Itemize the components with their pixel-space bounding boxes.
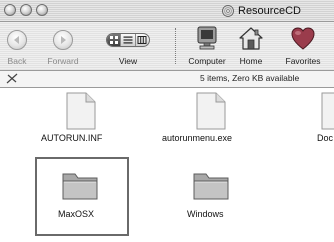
heart-icon — [291, 27, 315, 50]
file-name: Doc — [317, 133, 334, 143]
home-icon — [239, 27, 263, 50]
window-title: ResourceCD — [238, 4, 301, 17]
view-label: View — [118, 56, 138, 66]
list-view-button[interactable] — [121, 34, 136, 46]
forward-arrow-icon — [53, 30, 73, 50]
favorites-button[interactable]: Favorites — [281, 22, 325, 70]
forward-label: Forward — [47, 56, 79, 66]
computer-label: Computer — [188, 56, 226, 66]
document-icon — [66, 92, 96, 130]
finder-window: ResourceCD Back Forward View Computer Ho… — [0, 0, 334, 242]
document-icon — [321, 92, 334, 130]
icon-view-button[interactable] — [107, 34, 122, 46]
home-label: Home — [239, 56, 263, 66]
file-browser-content: AUTORUN.INF autorunmenu.exe Doc MaxOSX W… — [0, 88, 334, 242]
close-button[interactable] — [4, 4, 16, 16]
folder-icon — [62, 173, 98, 200]
folder-icon — [193, 173, 229, 200]
computer-icon — [197, 26, 217, 50]
file-item[interactable]: AUTORUN.INF — [34, 88, 134, 148]
window-title-group: ResourceCD — [222, 3, 301, 18]
file-item[interactable]: autorunmenu.exe — [162, 88, 262, 148]
zoom-button[interactable] — [36, 4, 48, 16]
file-name: MaxOSX — [58, 209, 95, 219]
document-icon — [196, 92, 226, 130]
file-item[interactable]: Doc — [306, 88, 334, 148]
icon-view-icon — [109, 36, 118, 44]
status-text: 5 items, Zero KB available — [200, 73, 300, 83]
computer-button[interactable]: Computer — [186, 22, 228, 70]
list-view-icon — [123, 36, 133, 44]
column-view-icon — [137, 36, 147, 44]
view-control: View — [102, 22, 154, 70]
toolbar-divider — [175, 28, 176, 64]
home-button[interactable]: Home — [236, 22, 266, 70]
folder-item[interactable]: Windows — [170, 159, 250, 234]
column-view-button[interactable] — [136, 34, 149, 46]
status-bar: 5 items, Zero KB available — [0, 70, 334, 88]
minimize-button[interactable] — [20, 4, 32, 16]
file-name: AUTORUN.INF — [41, 133, 103, 143]
back-label: Back — [7, 56, 27, 66]
read-only-pencil-icon — [6, 73, 18, 84]
title-bar[interactable]: ResourceCD — [0, 0, 334, 22]
cd-disc-icon — [222, 4, 234, 17]
file-name: Windows — [187, 209, 224, 219]
back-arrow-icon — [7, 30, 27, 50]
favorites-label: Favorites — [285, 56, 321, 66]
view-mode-selector — [106, 33, 150, 47]
folder-item-selected[interactable]: MaxOSX — [37, 159, 127, 234]
back-button[interactable]: Back — [4, 22, 30, 70]
toolbar: Back Forward View Computer Home Favorite… — [0, 22, 334, 70]
file-name: autorunmenu.exe — [162, 133, 233, 143]
forward-button[interactable]: Forward — [40, 22, 86, 70]
